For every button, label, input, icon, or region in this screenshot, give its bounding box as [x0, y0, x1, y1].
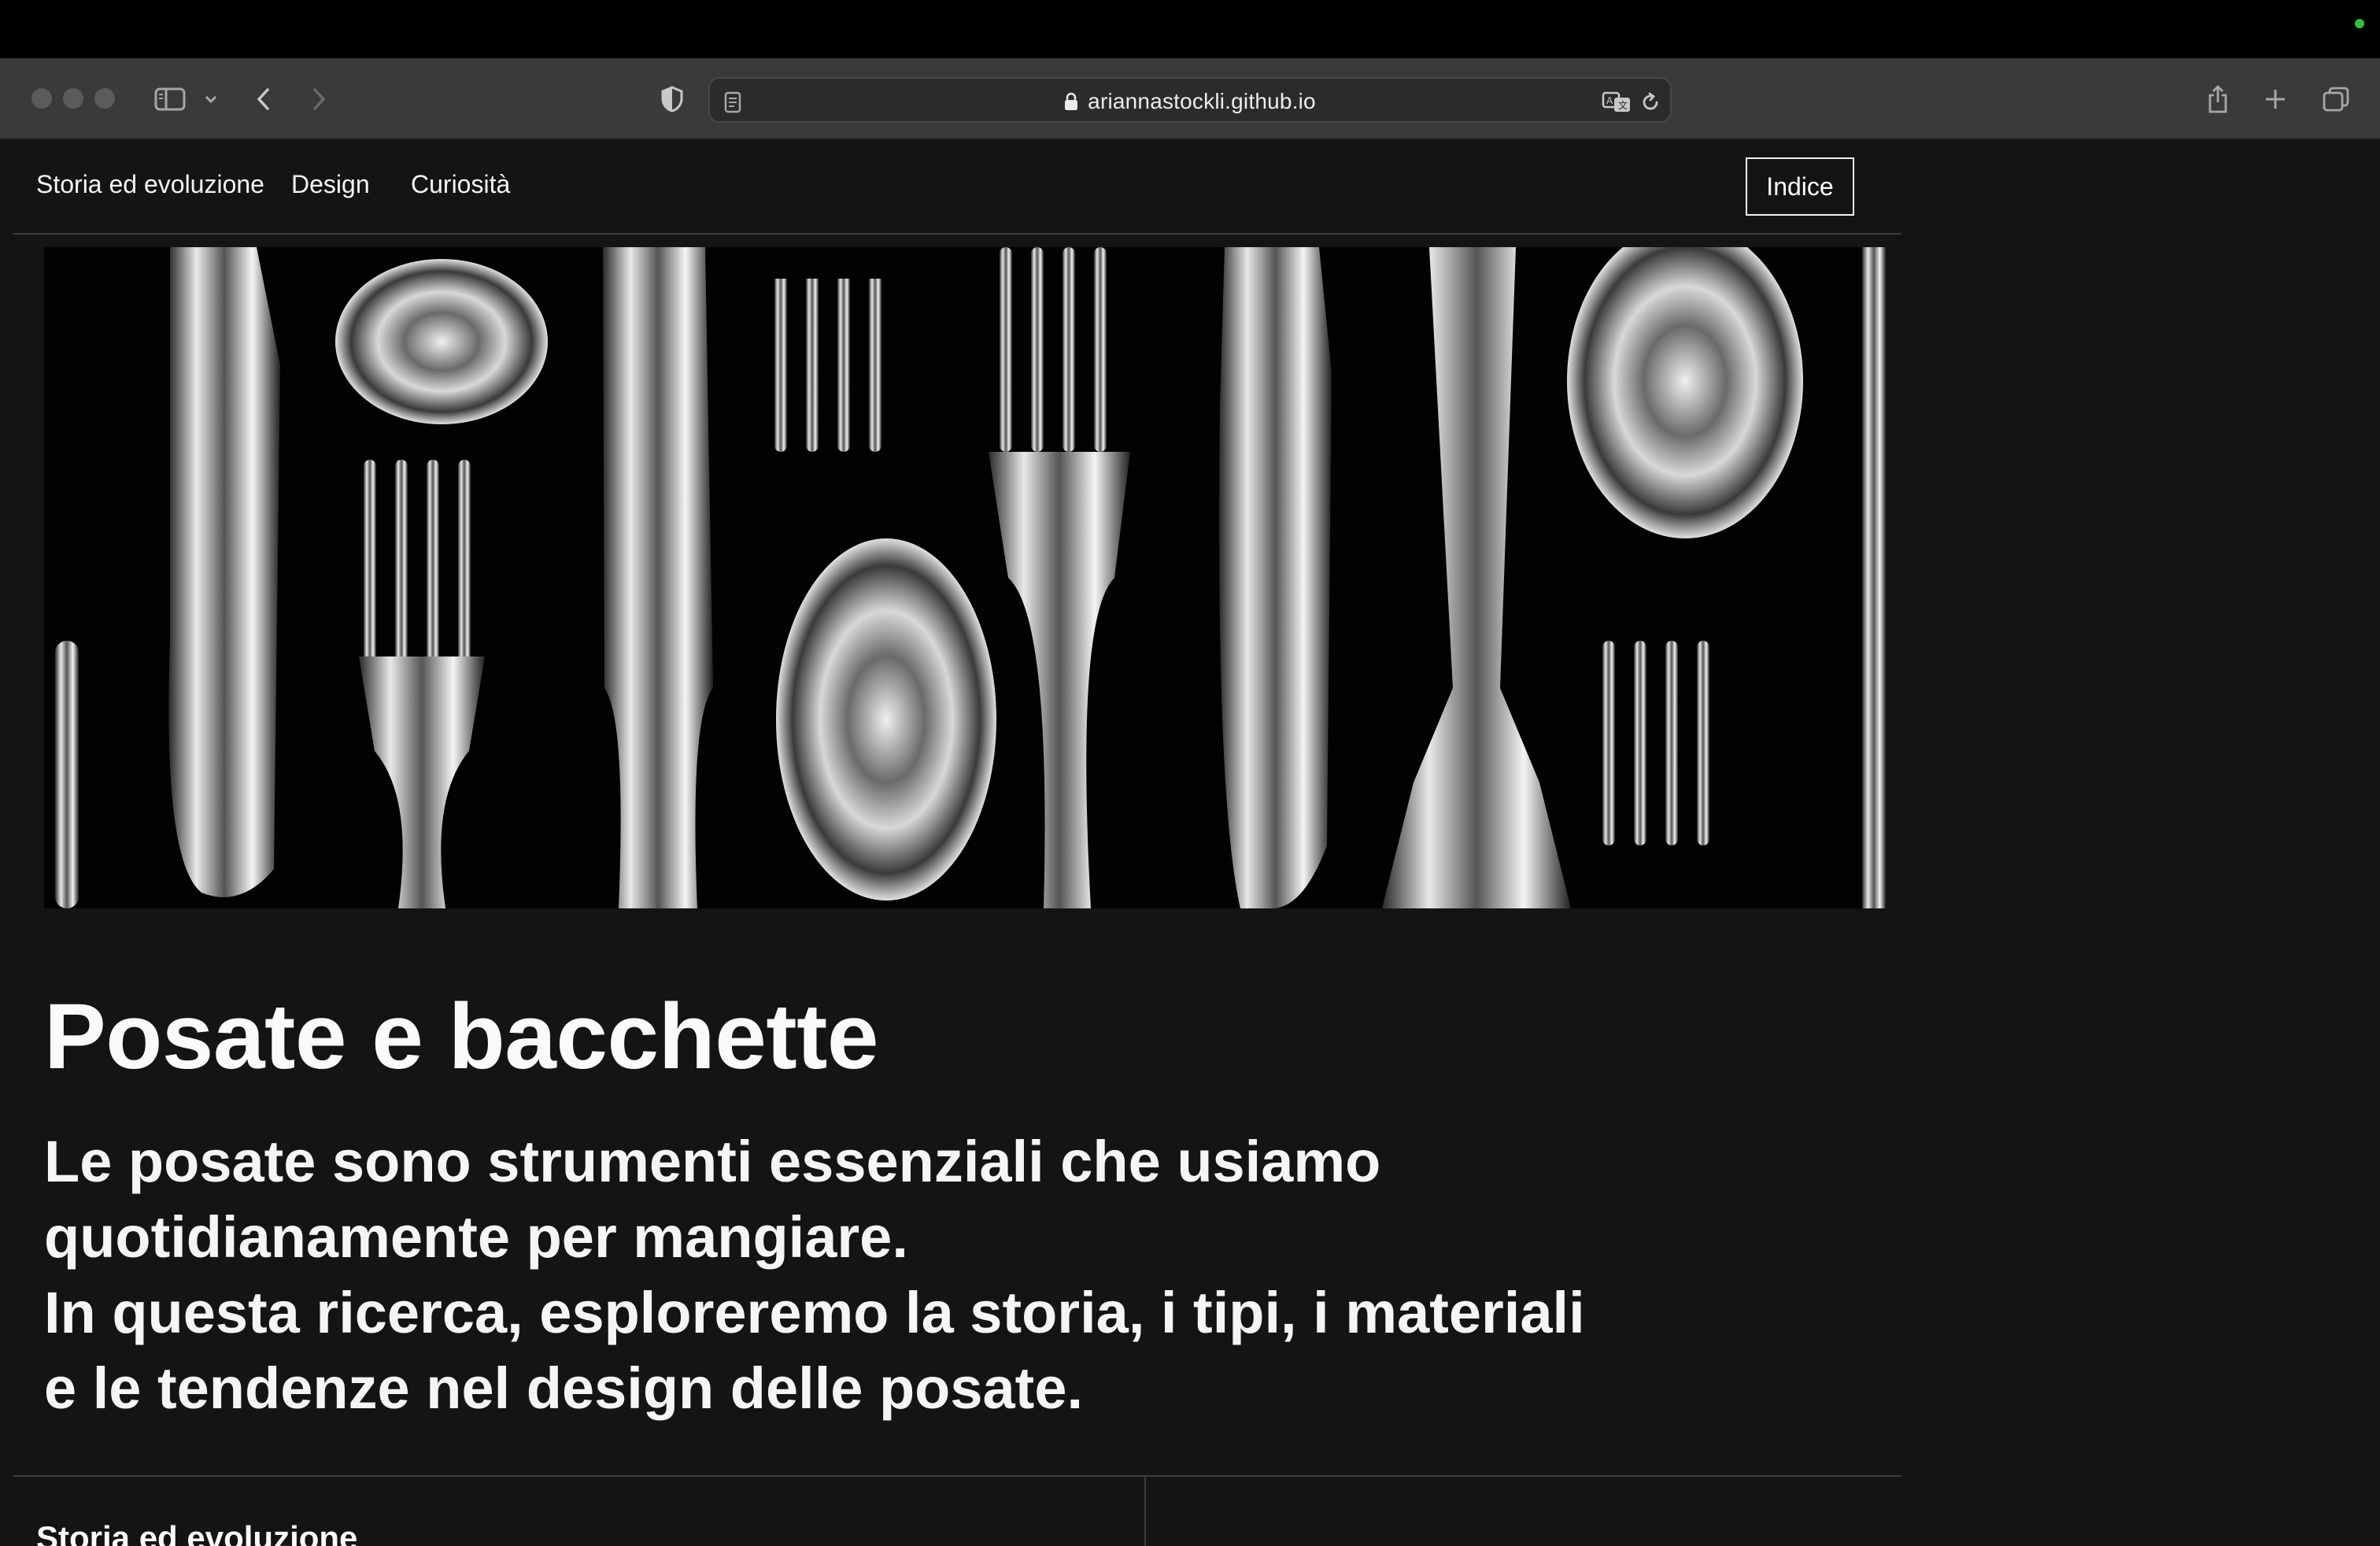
address-bar[interactable]: ariannastockli.github.io A文 — [708, 77, 1672, 123]
svg-text:A: A — [1606, 95, 1613, 106]
close-window-button[interactable] — [31, 88, 52, 109]
section-heading: Storia ed evoluzione — [36, 1519, 358, 1546]
section-divider — [13, 1475, 1901, 1477]
url-text: ariannastockli.github.io — [1088, 89, 1316, 113]
index-button[interactable]: Indice — [1746, 157, 1854, 216]
lock-icon — [1065, 92, 1078, 110]
intro-line: In questa ricerca, esploreremo la storia… — [44, 1280, 1585, 1345]
back-icon[interactable] — [252, 80, 275, 118]
intro-paragraph: Le posate sono strumenti essenziali che … — [44, 1124, 1697, 1426]
nav-link-curiosita[interactable]: Curiosità — [411, 170, 510, 199]
intro-line: quotidianamente per mangiare. — [44, 1204, 908, 1270]
reload-icon[interactable] — [1639, 83, 1662, 121]
browser-toolbar: ariannastockli.github.io A文 — [0, 58, 2380, 140]
new-tab-icon[interactable] — [2262, 80, 2289, 118]
column-divider — [1144, 1477, 1146, 1546]
sidebar-icon[interactable] — [153, 80, 187, 118]
minimize-window-button[interactable] — [63, 88, 83, 109]
system-menubar — [0, 0, 2380, 58]
page-title: Posate e bacchette — [44, 985, 879, 1089]
zoom-window-button[interactable] — [94, 88, 115, 109]
svg-text:文: 文 — [1618, 99, 1628, 111]
site-navigation: Storia ed evoluzione Design Curiosità In… — [13, 140, 1901, 235]
nav-link-design[interactable]: Design — [291, 170, 370, 199]
tab-overview-icon[interactable] — [2320, 80, 2352, 118]
forward-icon[interactable] — [307, 80, 331, 118]
translate-icon[interactable]: A文 — [1601, 83, 1632, 121]
chevron-down-icon[interactable] — [201, 80, 220, 118]
cutlery-photo — [44, 247, 1886, 908]
privacy-shield-icon[interactable] — [658, 80, 686, 118]
intro-line: e le tendenze nel design delle posate. — [44, 1356, 1084, 1421]
hero-image — [44, 247, 1886, 908]
web-page: Storia ed evoluzione Design Curiosità In… — [0, 140, 2380, 1546]
camera-indicator-icon — [2355, 19, 2364, 28]
nav-link-storia[interactable]: Storia ed evoluzione — [36, 170, 264, 199]
share-icon[interactable] — [2204, 80, 2232, 118]
intro-line: Le posate sono strumenti essenziali che … — [44, 1129, 1381, 1194]
